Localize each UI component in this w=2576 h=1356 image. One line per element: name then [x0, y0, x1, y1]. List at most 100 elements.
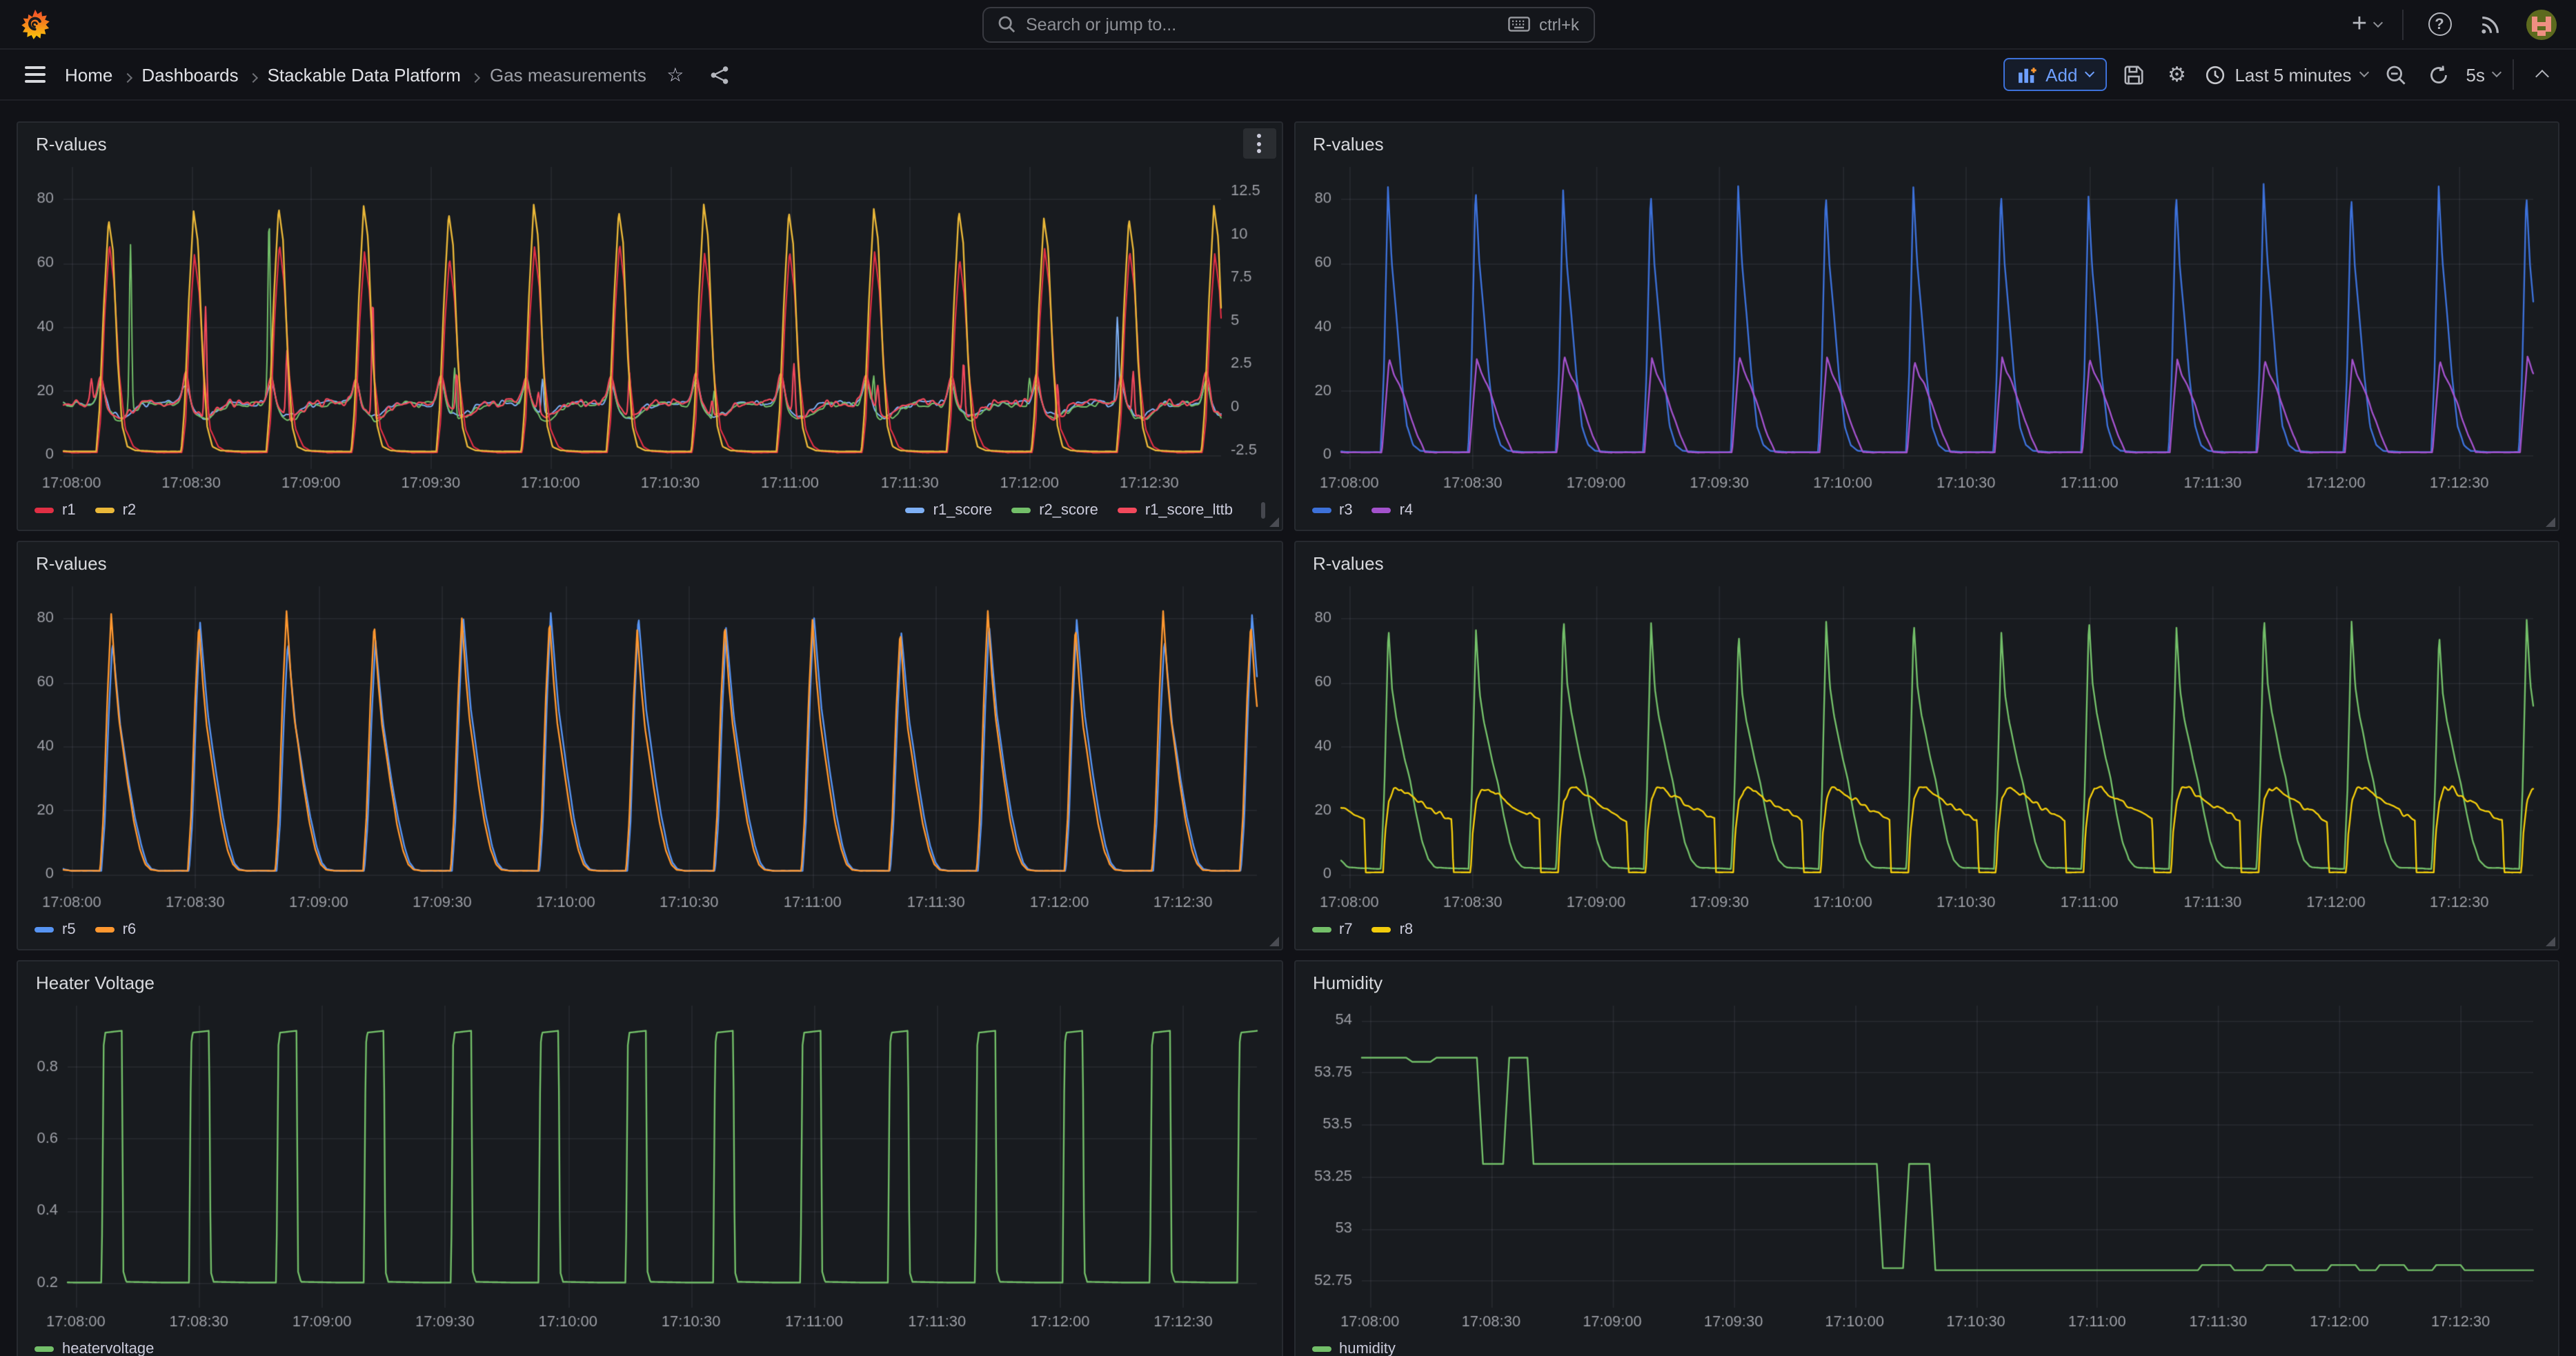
- legend-swatch: [95, 508, 115, 513]
- chevron-down-icon: [2084, 68, 2094, 77]
- toolbar-actions: Add ⚙ Last 5 minutes: [2003, 58, 2557, 91]
- search-shortcut: ctrl+k: [1509, 14, 1579, 34]
- clock-icon: [2204, 64, 2225, 85]
- grafana-app: Search or jump to... ctrl+k + ?: [0, 0, 2576, 1356]
- add-label: Add: [2045, 64, 2077, 85]
- refresh-interval-picker[interactable]: 5s: [2466, 64, 2500, 85]
- legend-item-humidity[interactable]: humidity: [1311, 1341, 1396, 1356]
- panel-resize-handle[interactable]: [2546, 517, 2555, 527]
- grafana-logo[interactable]: [19, 8, 51, 40]
- legend-label: r1_score_lttb: [1145, 502, 1233, 519]
- legend-swatch: [1372, 508, 1391, 513]
- legend-item-r4[interactable]: r4: [1372, 502, 1414, 519]
- legend-item-heatervoltage[interactable]: heatervoltage: [34, 1341, 154, 1356]
- legend-label: r3: [1339, 502, 1353, 519]
- zoom-out-button[interactable]: [2381, 58, 2411, 91]
- panel-resize-handle[interactable]: [2546, 937, 2555, 946]
- chevron-down-icon: [2359, 68, 2369, 77]
- help-icon: ?: [2428, 12, 2451, 36]
- legend-item-r1_score_lttb[interactable]: r1_score_lttb: [1118, 502, 1233, 519]
- legend-item-r3[interactable]: r3: [1311, 502, 1353, 519]
- panel-r-values-1: R-values r1 r2 r1_score r2_score r1_score_l…: [17, 121, 1282, 531]
- panel-resize-handle[interactable]: [1269, 517, 1278, 527]
- search-placeholder: Search or jump to...: [1026, 14, 1498, 34]
- breadcrumb-separator-icon: [122, 72, 132, 82]
- chevron-down-icon: [2372, 17, 2382, 27]
- grafana-flame-icon: [19, 8, 51, 40]
- new-button[interactable]: +: [2351, 8, 2381, 41]
- legend-scrollbar[interactable]: [1260, 502, 1265, 519]
- save-dashboard-button[interactable]: [2119, 58, 2149, 91]
- news-button[interactable]: [2475, 8, 2506, 41]
- divider: [2513, 59, 2514, 90]
- add-panel-icon: [2017, 66, 2037, 83]
- legend-swatch: [1311, 927, 1331, 933]
- panel-title[interactable]: R-values: [1313, 552, 1384, 573]
- time-range-picker[interactable]: Last 5 minutes: [2204, 64, 2368, 85]
- panel-r-values-4: R-values r7 r8: [1294, 541, 2559, 950]
- panel-legend: r3 r4: [1309, 497, 2544, 527]
- panel-title[interactable]: R-values: [36, 552, 107, 573]
- panel-r-values-2: R-values r3 r4: [1294, 121, 2559, 531]
- add-panel-button[interactable]: Add: [2003, 58, 2106, 91]
- timeseries-chart[interactable]: [1309, 159, 2544, 497]
- legend-item-r6[interactable]: r6: [95, 921, 137, 938]
- help-button[interactable]: ?: [2424, 8, 2455, 41]
- timeseries-chart[interactable]: [32, 578, 1267, 916]
- timeseries-chart[interactable]: [1309, 578, 2544, 916]
- legend-item-r1[interactable]: r1: [34, 502, 76, 519]
- panel-r-values-3: R-values r5 r6: [17, 541, 1282, 950]
- menu-toggle-button[interactable]: [19, 61, 51, 88]
- legend-label: r4: [1400, 502, 1414, 519]
- panel-legend: heatervoltage: [32, 1335, 1267, 1356]
- panel-title[interactable]: Heater Voltage: [36, 972, 155, 993]
- panel-menu-button[interactable]: [1242, 128, 1276, 159]
- legend-label: heatervoltage: [62, 1341, 154, 1356]
- dashboard-settings-button[interactable]: ⚙: [2161, 58, 2192, 91]
- breadcrumb-current: Gas measurements: [490, 64, 646, 85]
- panel-title[interactable]: R-values: [36, 133, 107, 154]
- keyboard-icon: [1509, 17, 1531, 32]
- panel-resize-handle[interactable]: [1269, 937, 1278, 946]
- legend-swatch: [1011, 508, 1031, 513]
- panel-legend: r1 r2 r1_score r2_score r1_score_lttb: [32, 497, 1267, 527]
- legend-item-r5[interactable]: r5: [34, 921, 76, 938]
- legend-swatch: [34, 927, 54, 933]
- legend-item-r1_score[interactable]: r1_score: [906, 502, 993, 519]
- panel-legend: humidity: [1309, 1335, 2544, 1356]
- refresh-button[interactable]: [2424, 58, 2454, 91]
- legend-item-r7[interactable]: r7: [1311, 921, 1353, 938]
- save-icon: [2123, 64, 2144, 85]
- timeseries-chart[interactable]: [32, 159, 1267, 497]
- user-avatar[interactable]: [2526, 9, 2557, 39]
- legend-item-r2_score[interactable]: r2_score: [1011, 502, 1098, 519]
- legend-swatch: [1311, 1346, 1331, 1352]
- search-shortcut-label: ctrl+k: [1539, 14, 1579, 34]
- breadcrumb-home[interactable]: Home: [65, 64, 112, 85]
- legend-label: r6: [123, 921, 137, 938]
- legend-label: r2: [123, 502, 137, 519]
- breadcrumb-separator-icon: [248, 72, 258, 82]
- breadcrumb-separator-icon: [470, 72, 480, 82]
- search-box[interactable]: Search or jump to... ctrl+k: [982, 6, 1594, 42]
- divider: [2402, 9, 2404, 39]
- legend-label: r1_score: [933, 502, 993, 519]
- timeseries-chart[interactable]: [1309, 997, 2544, 1335]
- breadcrumb-folder[interactable]: Stackable Data Platform: [268, 64, 461, 85]
- dashboard-grid: R-values r1 r2 r1_score r2_score r1_score_l…: [0, 102, 2576, 1356]
- time-range-label: Last 5 minutes: [2235, 64, 2351, 85]
- search-icon: [997, 15, 1015, 33]
- legend-swatch: [1118, 508, 1137, 513]
- breadcrumb-dashboards[interactable]: Dashboards: [141, 64, 238, 85]
- timeseries-chart[interactable]: [32, 997, 1267, 1335]
- legend-item-r8[interactable]: r8: [1372, 921, 1414, 938]
- favorite-button[interactable]: ☆: [660, 58, 691, 91]
- panel-humidity: Humidity humidity: [1294, 960, 2559, 1356]
- collapse-topbar-button[interactable]: [2526, 58, 2557, 91]
- legend-item-r2[interactable]: r2: [95, 502, 137, 519]
- panel-title[interactable]: Humidity: [1313, 972, 1383, 993]
- refresh-icon: [2428, 64, 2449, 85]
- share-button[interactable]: [704, 58, 735, 91]
- panel-title[interactable]: R-values: [1313, 133, 1384, 154]
- legend-label: r7: [1339, 921, 1353, 938]
